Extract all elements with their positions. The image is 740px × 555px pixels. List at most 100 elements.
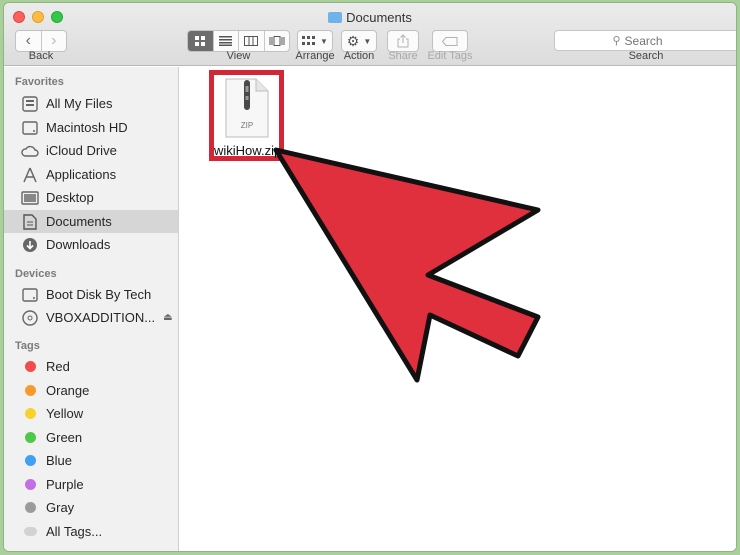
all-tags-icon [23,527,37,536]
tag-dot-container [21,477,39,493]
sidebar-item-macintosh-hd[interactable]: Macintosh HD [4,116,178,139]
finder-window: Documents ‹ › Back View ▼ Arrange ⚙ ▼ Ac… [4,3,736,551]
sidebar-item-all-my-files[interactable]: All My Files [4,92,178,115]
desktop-icon [21,190,39,206]
sidebar-item-label: All Tags... [46,524,103,539]
cover-flow-button[interactable] [265,31,290,51]
devices-header: Devices [15,268,57,280]
sidebar-tag-green[interactable]: Green [4,426,178,449]
downloads-icon [21,237,39,253]
eject-icon[interactable]: ⏏ [163,312,172,323]
search-field[interactable]: ⚲ [554,30,736,51]
icon-grid-icon [195,36,206,46]
sidebar-item-label: Green [46,430,83,445]
sidebar: Favorites All My Files Macintosh HD iClo… [4,67,179,551]
sidebar-item-label: Red [46,359,70,374]
chevron-down-icon: ▼ [363,36,372,46]
search-input[interactable] [624,33,681,48]
back-forward-group: ‹ › [15,30,67,52]
columns-icon [244,36,259,46]
sidebar-tag-blue[interactable]: Blue [4,449,178,472]
tag-dot-container [21,500,39,516]
search-label: Search [628,50,664,62]
chevron-left-icon: ‹ [25,32,31,49]
zip-badge-text: ZIP [241,121,253,130]
documents-icon [21,213,39,230]
sidebar-item-label: Boot Disk By Tech [46,287,152,302]
sidebar-item-label: Desktop [46,190,94,205]
purple-tag-dot-icon [24,479,36,490]
cover-flow-icon [269,36,285,46]
sidebar-item-label: Documents [46,214,112,229]
sidebar-item-label: Macintosh HD [46,120,128,135]
icon-view-button[interactable] [188,31,214,51]
orange-tag-dot-icon [24,385,36,396]
chevron-down-icon: ▼ [320,36,328,46]
file-browser-content: ZIP wikiHow.zip [180,67,736,551]
file-item-wikihow-zip[interactable]: ZIP wikiHow.zip [209,70,284,161]
tag-dot-container [21,406,39,422]
sidebar-item-downloads[interactable]: Downloads [4,233,178,256]
back-label: Back [28,50,54,62]
window-title: Documents [4,10,736,25]
cloud-icon [21,143,39,159]
yellow-tag-dot-icon [24,408,36,419]
share-button[interactable] [387,30,419,52]
tag-icon [442,36,458,46]
action-button[interactable]: ⚙ ▼ [341,30,377,52]
edit-tags-button[interactable] [432,30,468,52]
list-view-button[interactable] [214,31,239,51]
tag-dot-container [21,383,39,399]
view-label: View [226,50,251,62]
sidebar-item-label: Blue [46,453,73,468]
sidebar-item-label: All My Files [46,96,113,111]
tag-dot-container [21,453,39,469]
sidebar-all-tags[interactable]: All Tags... [4,520,178,543]
chevron-right-icon: › [51,32,57,49]
tags-header: Tags [15,340,40,352]
blue-tag-dot-icon [24,455,36,466]
share-icon [397,34,409,48]
sidebar-item-applications[interactable]: Applications [4,163,178,186]
back-button[interactable]: ‹ [16,31,42,51]
hard-drive-icon [21,120,39,136]
tag-dot-container [21,524,39,540]
toolbar: Documents ‹ › Back View ▼ Arrange ⚙ ▼ Ac… [4,3,736,66]
gray-tag-dot-icon [24,502,36,513]
folder-icon [328,12,343,23]
sidebar-item-vboxadditions[interactable]: VBOXADDITION... ⏏ [4,306,178,329]
disk-icon [21,287,39,303]
list-icon [219,36,233,46]
sidebar-tag-purple[interactable]: Purple [4,473,178,496]
sidebar-item-desktop[interactable]: Desktop [4,186,178,209]
sidebar-item-label: Applications [46,167,117,182]
search-icon: ⚲ [612,35,621,47]
sidebar-item-label: Gray [46,500,75,515]
sidebar-tag-gray[interactable]: Gray [4,496,178,519]
tag-dot-container [21,430,39,446]
optical-disc-icon [21,309,39,326]
red-tag-dot-icon [24,361,36,372]
sidebar-tag-red[interactable]: Red [4,355,178,378]
sidebar-item-icloud-drive[interactable]: iCloud Drive [4,139,178,162]
sidebar-tag-orange[interactable]: Orange [4,379,178,402]
sidebar-item-label: Downloads [46,237,111,252]
arrange-label: Arrange [295,50,335,62]
all-files-icon [21,95,39,112]
view-mode-group [187,30,290,52]
file-name-label: wikiHow.zip [214,143,282,158]
sidebar-item-documents[interactable]: Documents [4,210,178,233]
applications-icon [21,167,39,183]
arrange-grid-icon [302,36,316,45]
sidebar-item-label: iCloud Drive [46,143,117,158]
window-title-text: Documents [346,10,412,25]
arrange-button[interactable]: ▼ [297,30,333,52]
zip-file-icon: ZIP [225,78,269,138]
sidebar-item-boot-disk[interactable]: Boot Disk By Tech [4,283,178,306]
gear-icon: ⚙ [346,32,360,49]
column-view-button[interactable] [239,31,265,51]
sidebar-tag-yellow[interactable]: Yellow [4,402,178,425]
sidebar-item-label: VBOXADDITION... [46,310,156,325]
forward-button[interactable]: › [42,31,67,51]
edit-tags-label: Edit Tags [427,50,473,62]
